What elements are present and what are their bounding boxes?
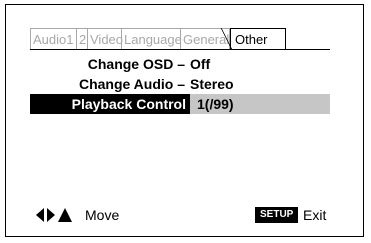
arrow-right-icon bbox=[47, 208, 55, 222]
navigation-arrows bbox=[36, 208, 72, 222]
setting-row-change-osd[interactable]: Change OSD – Off bbox=[30, 54, 330, 74]
setting-row-playback-control[interactable]: Playback Control 1(/99) bbox=[30, 94, 330, 114]
setting-value-selected: 1(/99) bbox=[197, 96, 234, 112]
footer-hints: Move SETUP Exit bbox=[30, 205, 330, 225]
tab-other[interactable]: Other bbox=[221, 28, 286, 50]
arrow-left-icon bbox=[36, 208, 44, 222]
setting-label: Change Audio – bbox=[78, 76, 185, 92]
tab-audio1[interactable]: Audio1 bbox=[30, 28, 76, 50]
tab-audio2[interactable]: 2 bbox=[76, 28, 87, 50]
setting-value: Stereo bbox=[190, 76, 234, 92]
setting-row-change-audio[interactable]: Change Audio – Stereo bbox=[30, 74, 330, 94]
setting-label-selected: Playback Control bbox=[30, 94, 190, 114]
exit-hint-label: Exit bbox=[303, 207, 327, 223]
tab-video[interactable]: Video bbox=[87, 28, 123, 50]
setup-button[interactable]: SETUP bbox=[255, 207, 299, 223]
arrow-up-icon bbox=[58, 208, 72, 222]
settings-panel: Change OSD – Off Change Audio – Stereo P… bbox=[30, 50, 330, 198]
move-hint-label: Move bbox=[85, 207, 120, 223]
tab-language[interactable]: Language bbox=[121, 28, 182, 50]
tab-bar: Audio1 2 Video Language General Other bbox=[30, 28, 330, 50]
setting-label: Change OSD – bbox=[87, 56, 185, 72]
setting-value: Off bbox=[190, 56, 211, 72]
